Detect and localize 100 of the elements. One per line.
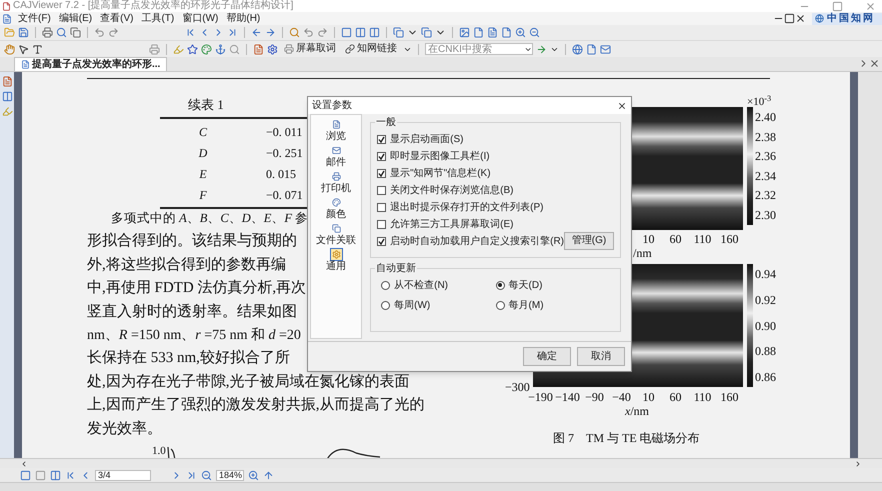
image-icon[interactable] — [459, 27, 470, 38]
page-icon[interactable] — [473, 27, 484, 38]
radio-label: 每天(D) — [508, 280, 542, 290]
forward-icon[interactable] — [265, 27, 276, 38]
menu-item[interactable]: 编辑(E) — [54, 12, 96, 24]
zoom-out-icon[interactable] — [529, 27, 540, 38]
checkbox[interactable] — [377, 220, 386, 228]
layout-icon[interactable] — [421, 27, 432, 38]
category-icon — [332, 250, 341, 259]
radio-button[interactable] — [496, 300, 505, 310]
page-field[interactable]: 3/4 — [95, 470, 151, 480]
search-icon[interactable] — [56, 27, 67, 38]
brand-logo[interactable]: 中国知网 — [812, 12, 882, 24]
close-icon[interactable] — [869, 58, 880, 69]
horizontal-scrollbar[interactable] — [0, 458, 882, 468]
two-page-icon[interactable] — [369, 27, 380, 38]
maximize-icon[interactable] — [832, 0, 843, 12]
close-icon[interactable] — [617, 100, 627, 110]
search-icon[interactable] — [289, 27, 300, 38]
mail-icon[interactable] — [600, 44, 611, 54]
printer-icon[interactable] — [42, 27, 53, 38]
scroll-left-icon[interactable] — [20, 460, 28, 468]
close-icon[interactable] — [795, 13, 806, 24]
back-icon[interactable] — [251, 27, 262, 38]
scroll-right-icon[interactable] — [854, 460, 862, 468]
manage-button[interactable]: 管理(G) — [564, 232, 614, 250]
pointer-icon[interactable] — [18, 44, 29, 54]
dialog-button[interactable]: 确定 — [523, 347, 571, 366]
checkbox[interactable] — [377, 168, 386, 178]
checkbox[interactable] — [377, 134, 386, 144]
radio-label: 每周(W) — [394, 300, 430, 310]
checkbox[interactable] — [377, 152, 386, 160]
radio-button[interactable] — [496, 280, 505, 290]
layout-icon[interactable] — [393, 27, 404, 38]
restore-icon[interactable] — [784, 13, 795, 24]
first-page-icon[interactable] — [65, 470, 76, 480]
rotate-left-icon[interactable] — [303, 27, 314, 38]
last-page-icon[interactable] — [186, 470, 197, 480]
printer-icon[interactable] — [149, 44, 160, 54]
panel-icon[interactable] — [2, 91, 12, 102]
page-icon[interactable] — [586, 44, 597, 54]
palette-icon[interactable] — [201, 44, 212, 54]
save-icon[interactable] — [18, 27, 29, 38]
radio-button[interactable] — [381, 300, 390, 310]
document-tab[interactable]: 提高量子点发光效率的环形... — [14, 57, 168, 71]
dialog-button[interactable]: 取消 — [577, 347, 625, 366]
redo-icon[interactable] — [108, 27, 119, 38]
axis-tick-label: 10 — [642, 232, 656, 246]
undo-icon[interactable] — [94, 27, 105, 38]
text-select-icon[interactable] — [32, 44, 43, 54]
rotate-right-icon[interactable] — [317, 27, 328, 38]
continuous-page-icon[interactable] — [355, 27, 366, 38]
document-icon — [2, 14, 12, 24]
zoom-field[interactable]: 184% — [216, 470, 244, 480]
last-page-icon[interactable] — [227, 27, 238, 38]
copy-icon[interactable] — [70, 27, 81, 38]
two-page-icon[interactable] — [50, 470, 61, 480]
category-item[interactable]: 通用 — [326, 248, 346, 272]
toolbar-button[interactable]: 屏幕取词 — [281, 43, 339, 55]
up-icon[interactable] — [263, 470, 274, 480]
search-field[interactable]: 在CNKI中搜索 — [425, 43, 533, 55]
page-view-icon[interactable] — [35, 470, 46, 480]
menu-item[interactable]: 窗口(W) — [178, 12, 222, 24]
zoom-in-icon[interactable] — [515, 27, 526, 38]
check-icon — [378, 136, 386, 142]
checkbox[interactable] — [377, 186, 386, 194]
group-title: 一般 — [375, 117, 398, 128]
page-view-icon[interactable] — [20, 470, 31, 480]
category-item[interactable]: 文件关联 — [316, 222, 356, 246]
menu-item[interactable]: 查看(V) — [96, 12, 138, 24]
globe-icon[interactable] — [572, 44, 583, 54]
note-icon[interactable] — [253, 44, 264, 54]
zoom-out-icon[interactable] — [201, 470, 212, 480]
radio-button[interactable] — [381, 280, 390, 290]
single-page-icon[interactable] — [341, 27, 352, 38]
gear-icon[interactable] — [267, 44, 278, 54]
category-icon — [332, 172, 341, 181]
checkbox-label: 退出时提示保存打开的文件列表(P) — [390, 202, 544, 212]
checkbox-label: 显示启动画面(S) — [390, 134, 464, 144]
star-icon[interactable] — [187, 44, 198, 54]
category-item[interactable]: 浏览 — [326, 118, 346, 142]
page-icon[interactable] — [501, 27, 512, 38]
menu-item[interactable]: 帮助(H) — [222, 12, 264, 24]
axis-tick-label: −90 — [584, 390, 605, 404]
category-item[interactable]: 邮件 — [326, 144, 346, 168]
menu-item[interactable]: 文件(F) — [14, 12, 55, 24]
page-icon[interactable] — [487, 27, 498, 38]
table-cell-text: C — [198, 124, 208, 140]
anchor-icon[interactable] — [215, 44, 226, 54]
zoom-in-icon[interactable] — [248, 470, 259, 480]
checkbox[interactable] — [377, 202, 386, 212]
category-item[interactable]: 颜色 — [326, 196, 346, 220]
category-item[interactable]: 打印机 — [321, 170, 352, 194]
menu-item[interactable]: 工具(T) — [137, 12, 178, 24]
checkbox[interactable] — [377, 236, 386, 246]
toolbar-button[interactable]: 知网链接 — [342, 43, 400, 55]
table-cell-text: −0. 251 — [266, 144, 303, 162]
search-icon[interactable] — [229, 44, 240, 54]
note-icon[interactable] — [2, 76, 12, 87]
first-page-icon[interactable] — [185, 27, 196, 38]
